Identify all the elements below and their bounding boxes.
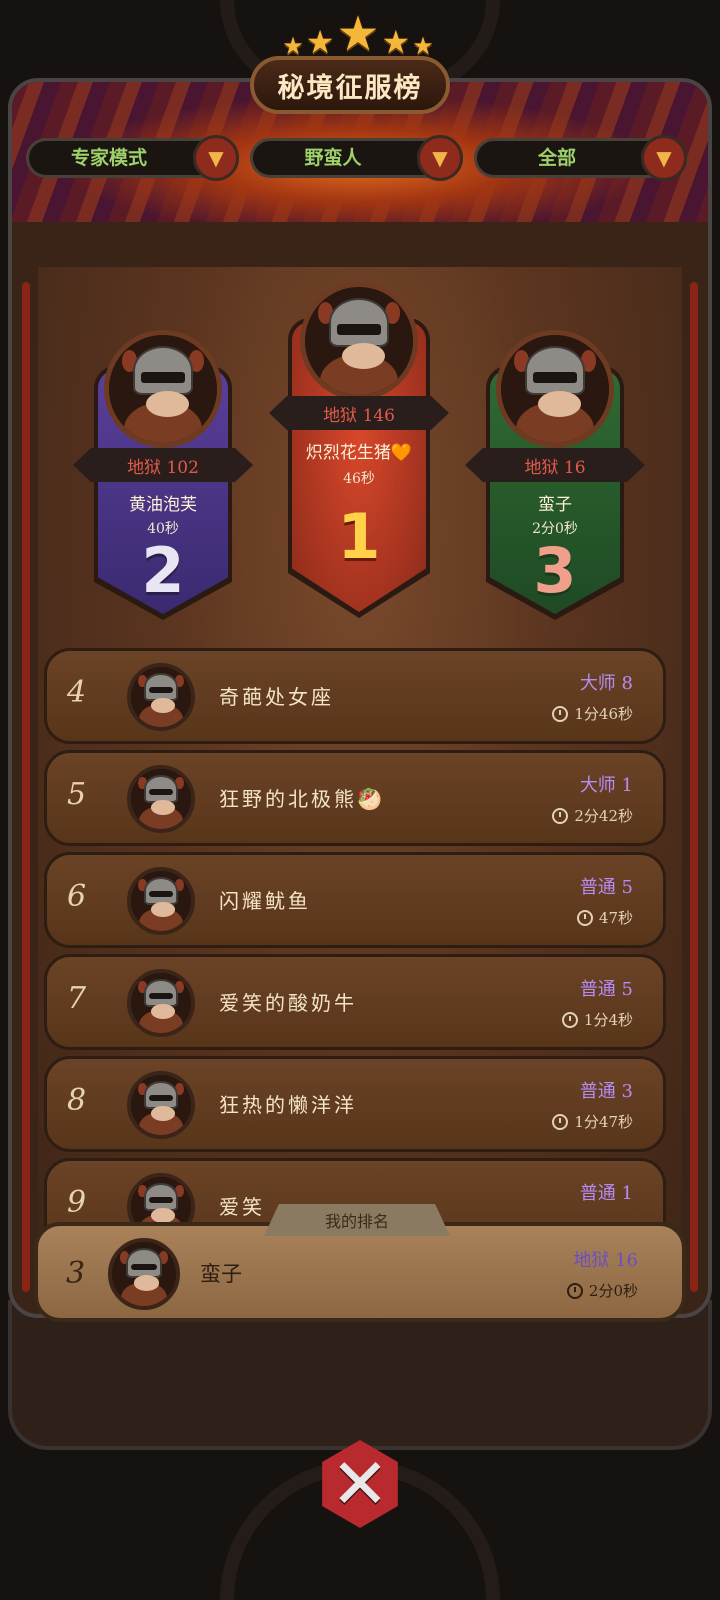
- rank-number: 1: [337, 500, 381, 573]
- mode-filter-label: 专家模式: [70, 147, 147, 169]
- player-name: 狂热的懒洋洋: [219, 1093, 357, 1117]
- close-button[interactable]: ✕: [316, 1440, 404, 1528]
- scope-filter-label: 全部: [537, 147, 576, 169]
- star-icon: ★: [305, 23, 335, 61]
- tier-badge: 地狱 16: [465, 448, 645, 482]
- avatar[interactable]: [127, 1071, 195, 1139]
- clock-icon: [561, 1011, 578, 1028]
- avatar[interactable]: [108, 1238, 180, 1310]
- tier-badge: 地狱 102: [73, 448, 253, 482]
- tier-label: 普通 5: [579, 877, 633, 898]
- rank-number: 3: [66, 1256, 86, 1291]
- avatar[interactable]: [127, 765, 195, 833]
- clear-time-value: 1分47秒: [574, 1113, 633, 1131]
- page-title: 秘境征服榜: [277, 72, 423, 104]
- class-filter-label: 野蛮人: [304, 147, 362, 169]
- star-icon: ★: [381, 23, 411, 61]
- tier-label: 大师 1: [579, 775, 633, 796]
- tier-badge: 地狱 146: [269, 396, 449, 430]
- player-name: 蛮子: [538, 495, 572, 515]
- clear-time: 46秒: [343, 471, 375, 487]
- avatar-image: [305, 287, 413, 395]
- clock-icon: [576, 909, 593, 926]
- player-name: 黄油泡芙: [129, 495, 197, 515]
- star-icon: ★: [412, 32, 434, 60]
- avatar[interactable]: [127, 867, 195, 935]
- avatar-image: [131, 871, 191, 931]
- list-item[interactable]: 4 奇葩处女座 大师 8 1分46秒: [44, 648, 666, 744]
- scope-filter-dropdown[interactable]: 全部 ▼: [474, 135, 687, 181]
- list-item[interactable]: 8 狂热的懒洋洋 普通 3 1分47秒: [44, 1056, 666, 1152]
- panel-footer: [8, 1300, 712, 1450]
- avatar-image: [501, 335, 609, 443]
- my-rank-row[interactable]: 3 蛮子 地狱 16 2分0秒: [34, 1222, 686, 1322]
- clear-time: 1分4秒: [561, 1009, 633, 1030]
- class-filter-dropdown[interactable]: 野蛮人 ▼: [250, 135, 463, 181]
- rank-number: 9: [67, 1185, 87, 1220]
- avatar-image: [109, 335, 217, 443]
- rank-number: 6: [67, 879, 87, 914]
- avatar-image: [131, 769, 191, 829]
- clock-icon: [552, 705, 569, 722]
- rank-number: 5: [67, 777, 87, 812]
- avatar-image: [131, 1075, 191, 1135]
- avatar[interactable]: [300, 282, 418, 400]
- rank-number: 3: [533, 534, 577, 607]
- clear-time: 2分42秒: [552, 805, 633, 826]
- avatar[interactable]: [127, 969, 195, 1037]
- star-icon: ★: [336, 6, 380, 62]
- mode-filter-dropdown[interactable]: 专家模式 ▼: [26, 135, 239, 181]
- clear-time-value: 1分4秒: [583, 1011, 633, 1029]
- star-rating: ★ ★ ★ ★ ★: [260, 8, 456, 58]
- clear-time: 47秒: [576, 907, 633, 928]
- close-icon: ✕: [330, 1443, 390, 1525]
- rank-number: 7: [67, 981, 87, 1016]
- rank-number: 4: [67, 675, 87, 710]
- chevron-down-icon[interactable]: ▼: [193, 135, 239, 181]
- player-name: 爱笑: [219, 1195, 265, 1219]
- title-plate: 秘境征服榜: [250, 56, 450, 114]
- avatar[interactable]: [496, 330, 614, 448]
- avatar-image: [112, 1242, 176, 1306]
- clear-time-value: 1分46秒: [574, 705, 633, 723]
- player-name: 爱笑的酸奶牛: [219, 991, 357, 1015]
- chevron-down-icon[interactable]: ▼: [641, 135, 687, 181]
- left-rail: [22, 282, 30, 1292]
- tier-label: 普通 3: [579, 1081, 633, 1102]
- tier-label: 普通 1: [579, 1183, 633, 1204]
- clock-icon: [552, 1113, 569, 1130]
- clear-time-value: 2分0秒: [588, 1282, 638, 1300]
- list-item[interactable]: 7 爱笑的酸奶牛 普通 5 1分4秒: [44, 954, 666, 1050]
- clear-time: 1分47秒: [552, 1111, 633, 1132]
- right-rail: [690, 282, 698, 1292]
- tier-label: 地狱 16: [573, 1250, 638, 1271]
- avatar[interactable]: [104, 330, 222, 448]
- star-icon: ★: [282, 32, 304, 60]
- player-name: 奇葩处女座: [219, 685, 334, 709]
- list-item[interactable]: 6 闪耀鱿鱼 普通 5 47秒: [44, 852, 666, 948]
- rank-number: 8: [67, 1083, 87, 1118]
- avatar-image: [131, 973, 191, 1033]
- podium-second[interactable]: 地狱 102 黄油泡芙 40秒 2: [73, 330, 253, 620]
- rank-number: 2: [141, 534, 185, 607]
- tier-label: 大师 8: [579, 673, 633, 694]
- player-name: 狂野的北极熊🥙: [219, 787, 385, 811]
- list-item[interactable]: 5 狂野的北极熊🥙 大师 1 2分42秒: [44, 750, 666, 846]
- clear-time-value: 47秒: [598, 909, 633, 927]
- my-rank-tab: 我的排名: [264, 1204, 450, 1236]
- clear-time-value: 2分42秒: [574, 807, 633, 825]
- player-name: 闪耀鱿鱼: [219, 889, 311, 913]
- clock-icon: [566, 1282, 583, 1299]
- podium-first[interactable]: 地狱 146 炽烈花生猪🧡 46秒 1: [269, 282, 449, 618]
- tier-label: 普通 5: [579, 979, 633, 1000]
- avatar[interactable]: [127, 663, 195, 731]
- player-name: 炽烈花生猪🧡: [305, 443, 413, 463]
- clear-time: 1分46秒: [552, 703, 633, 724]
- player-name: 蛮子: [200, 1262, 242, 1286]
- clear-time: 2分0秒: [566, 1280, 638, 1301]
- avatar-image: [131, 667, 191, 727]
- chevron-down-icon[interactable]: ▼: [417, 135, 463, 181]
- podium-third[interactable]: 地狱 16 蛮子 2分0秒 3: [465, 330, 645, 620]
- clock-icon: [552, 807, 569, 824]
